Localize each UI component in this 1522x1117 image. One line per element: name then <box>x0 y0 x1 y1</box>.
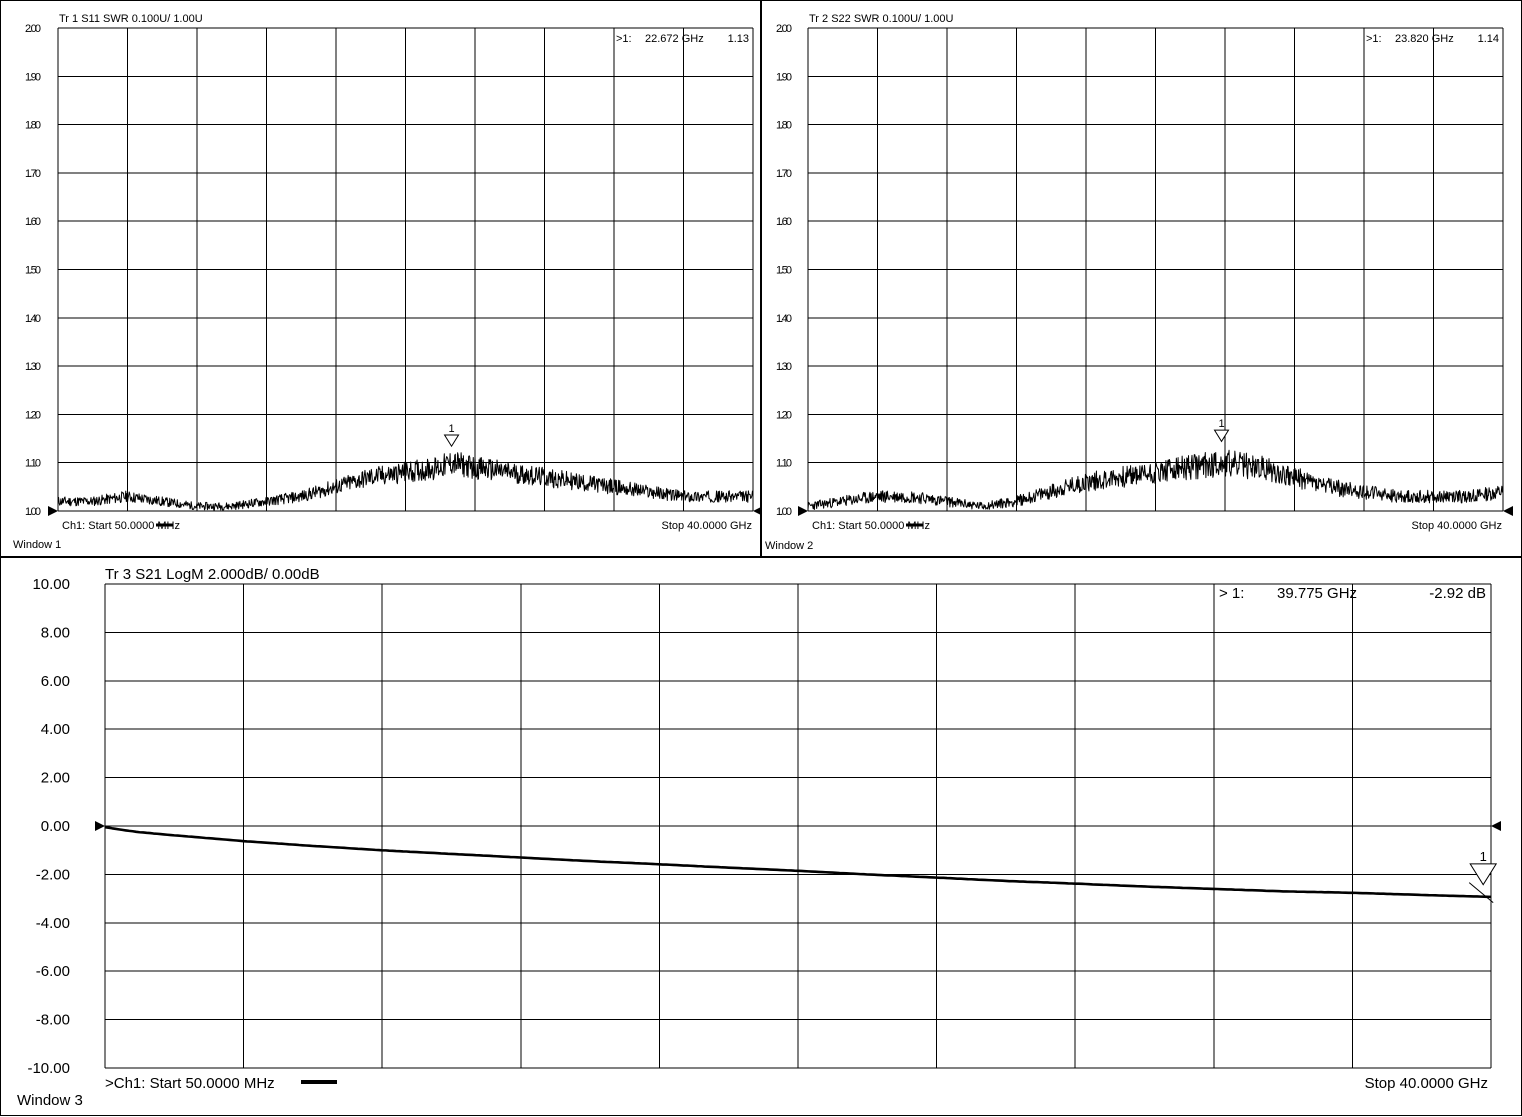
y-tick-label: 1.40 <box>25 313 41 325</box>
y-tick-label: 1.50 <box>25 265 41 277</box>
y-tick-label: -8.00 <box>36 1012 70 1029</box>
reference-level-left-arrow <box>798 506 808 516</box>
y-tick-label: 1.90 <box>776 71 792 83</box>
marker-number: 1 <box>1218 418 1224 430</box>
y-tick-label: 1.80 <box>25 120 41 132</box>
y-tick-label: 1.00 <box>25 506 41 518</box>
y-tick-label: 1.30 <box>25 361 41 373</box>
y-tick-label: 0.00 <box>41 818 70 835</box>
window-label: Window 2 <box>765 540 813 552</box>
reference-level-right-arrow <box>1503 506 1513 516</box>
grid <box>104 583 1492 1069</box>
y-tick-label: 8.00 <box>41 624 70 641</box>
s21-logm-chart: 10.00 8.00 6.00 4.00 2.00 0.00 -2.00 -4.00 -6.00… <box>17 566 1501 1109</box>
reference-level-right-arrow <box>1491 821 1501 831</box>
y-tick-label: 6.00 <box>41 673 70 690</box>
marker-cross-line <box>1468 882 1494 904</box>
y-tick-label: 1.70 <box>25 168 41 180</box>
y-tick-label: 1.50 <box>776 265 792 277</box>
y-tick-label: -10.00 <box>27 1060 70 1077</box>
y-tick-label: 1.80 <box>776 120 792 132</box>
grid <box>57 27 754 512</box>
reference-level-left-arrow <box>95 821 105 831</box>
y-tick-label: 1.20 <box>25 409 41 421</box>
y-tick-label: 2.00 <box>41 770 70 787</box>
window-3: 10.00 8.00 6.00 4.00 2.00 0.00 -2.00 -4.00 -6.00… <box>0 557 1522 1116</box>
grid <box>807 27 1504 512</box>
y-tick-label: 4.00 <box>41 721 70 738</box>
y-tick-label: 1.70 <box>776 168 792 180</box>
y-tick-label: 10.00 <box>32 576 70 593</box>
marker-value: -2.92 dB <box>1429 585 1486 602</box>
marker-number: 1 <box>448 423 454 435</box>
marker-triangle-icon <box>1213 429 1230 443</box>
marker-prefix: > 1: <box>1219 585 1244 602</box>
y-tick-label: -2.00 <box>36 866 70 883</box>
window-label: Window 1 <box>13 539 61 551</box>
y-tick-label: 1.00 <box>776 506 792 518</box>
marker-value: 1.14 <box>1478 33 1499 45</box>
y-tick-label: 1.60 <box>25 216 41 228</box>
marker-frequency: 22.672 GHz <box>645 33 704 45</box>
trace-title: Tr 2 S22 SWR 0.100U/ 1.00U <box>809 13 954 25</box>
marker-frequency: 39.775 GHz <box>1277 585 1357 602</box>
y-tick-label: 1.60 <box>776 216 792 228</box>
window-1: 2.00 1.90 1.80 1.70 1.60 1.50 1.40 1.30 1.20 1.10… <box>0 0 762 557</box>
y-tick-label: 1.90 <box>25 71 41 83</box>
s22-swr-chart: 2.00 1.90 1.80 1.70 1.60 1.50 1.40 1.30 1.20 1.10… <box>765 13 1513 552</box>
marker-value: 1.13 <box>728 33 749 45</box>
stop-frequency-label: Stop 40.0000 GHz <box>661 520 752 532</box>
window-label: Window 3 <box>17 1092 83 1109</box>
marker-frequency: 23.820 GHz <box>1395 33 1454 45</box>
marker-prefix: >1: <box>616 33 632 45</box>
y-tick-label: 2.00 <box>25 23 41 35</box>
stop-frequency-label: Stop 40.0000 GHz <box>1411 520 1502 532</box>
marker-triangle-icon <box>443 434 460 448</box>
trace-title: Tr 1 S11 SWR 0.100U/ 1.00U <box>59 13 203 25</box>
y-tick-label: 1.10 <box>776 458 792 470</box>
marker-number: 1 <box>1480 849 1487 864</box>
y-tick-label: 1.40 <box>776 313 792 325</box>
stop-frequency-label: Stop 40.0000 GHz <box>1365 1075 1488 1092</box>
s11-swr-chart: 2.00 1.90 1.80 1.70 1.60 1.50 1.40 1.30 1.20 1.10… <box>13 13 762 551</box>
marker-prefix: >1: <box>1366 33 1382 45</box>
reference-level-left-arrow <box>48 506 58 516</box>
window-2: 2.00 1.90 1.80 1.70 1.60 1.50 1.40 1.30 1.20 1.10… <box>761 0 1522 557</box>
start-frequency-label: >Ch1: Start 50.0000 MHz <box>105 1075 275 1092</box>
y-tick-label: 1.10 <box>25 458 41 470</box>
y-tick-label: -4.00 <box>36 915 70 932</box>
y-tick-label: -6.00 <box>36 963 70 980</box>
y-tick-label: 1.20 <box>776 409 792 421</box>
trace-title: Tr 3 S21 LogM 2.000dB/ 0.00dB <box>105 566 320 583</box>
y-tick-label: 2.00 <box>776 23 792 35</box>
y-tick-label: 1.30 <box>776 361 792 373</box>
